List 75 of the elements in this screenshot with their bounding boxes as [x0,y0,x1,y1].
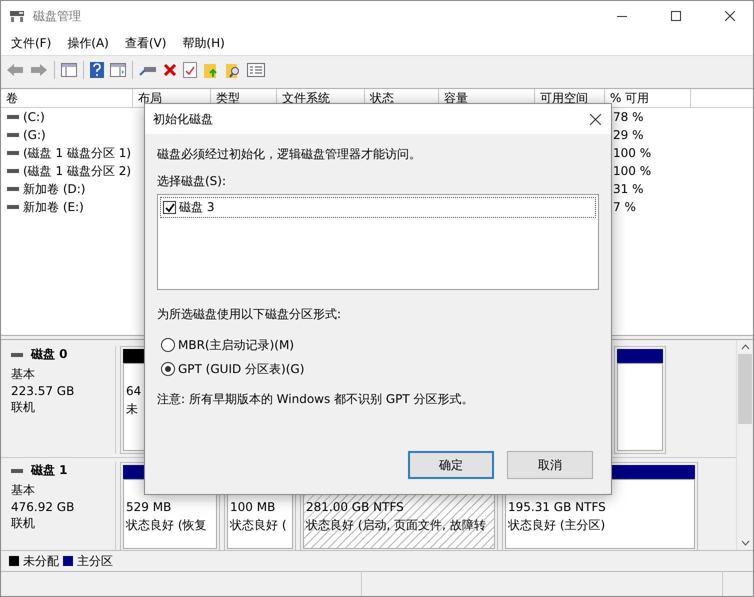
table-cell: (磁盘 1 磁盘分区 1) [23,144,132,162]
window-title: 磁盘管理 [33,8,81,24]
table-cell: 新加卷 (E:) [23,198,84,216]
drive-icon [7,187,19,191]
dialog-title: 初始化磁盘 [153,110,213,128]
table-cell: (C:) [23,110,45,124]
disk-size: 223.57 GB [11,384,76,398]
drive-icon [11,468,23,472]
maximize-icon[interactable] [671,11,681,21]
table-cell: 新加卷 (D:) [23,180,86,198]
drive-icon [7,151,19,155]
menu-item[interactable]: 帮助(H) [182,34,225,52]
disk-list[interactable]: 磁盘 3 [157,194,599,290]
list-item[interactable]: 磁盘 3 [179,199,214,216]
disk-type: 基本 [11,482,36,499]
drive-icon [7,169,19,173]
radio-button[interactable] [161,362,175,376]
checkbox[interactable] [163,201,176,214]
disk-size: 476.92 GB [11,500,76,514]
legend-label: 未分配 [23,552,59,570]
drive-icon [7,115,19,119]
radio-button[interactable] [161,338,175,352]
field-label: 为所选磁盘使用以下磁盘分区形式: [157,306,342,323]
note-text: 注意: 所有早期版本的 Windows 都不识别 GPT 分区形式。 [157,391,475,408]
menu-item[interactable]: 查看(V) [124,34,166,52]
scroll-down-icon[interactable] [740,540,750,546]
disk-status: 联机 [11,399,36,416]
radio-label[interactable]: GPT (GUID 分区表)(G) [178,360,304,378]
close-icon[interactable] [590,114,601,124]
dialog-message: 磁盘必须经过初始化，逻辑磁盘管理器才能访问。 [157,146,422,163]
column-header[interactable]: 卷 [1,89,133,107]
list-icon[interactable] [247,63,265,77]
table-cell-text: 100 % [612,146,652,160]
partition-text: 状态良好 (恢复 [126,517,206,534]
dialog-button[interactable]: 确定 [408,451,494,479]
dialog-button[interactable]: 取消 [507,451,593,479]
menu-item[interactable]: 文件(F) [11,34,52,52]
disk-name: 磁盘 1 [31,462,68,479]
partition-block[interactable] [614,346,666,454]
table-cell-text: 29 % [612,128,644,142]
properties-icon[interactable] [110,63,126,77]
drive-icon [7,205,19,209]
checklist-icon[interactable] [183,62,197,78]
panel-icon[interactable] [61,63,77,77]
folder-up-icon[interactable] [203,62,219,78]
partition-text: 281.00 GB NTFS [306,500,404,514]
drive-icon [11,352,23,356]
app-icon [9,9,25,23]
disk-name: 磁盘 0 [31,346,68,363]
folder-search-icon[interactable] [225,62,241,78]
partition-text: 529 MB [126,500,172,514]
partition-text: 状态良好 (主分区) [508,517,606,534]
radio-label[interactable]: MBR(主启动记录)(M) [178,336,294,354]
menu-item[interactable]: 操作(A) [67,34,109,52]
field-label: 选择磁盘(S): [157,173,228,190]
scrollbar[interactable] [736,340,753,550]
table-cell: (磁盘 1 磁盘分区 2) [23,162,132,180]
help-icon[interactable] [90,62,104,78]
table-cell-text: 100 % [612,164,652,178]
partition-text: 195.31 GB NTFS [508,500,606,514]
partition-text: 64 [126,384,142,398]
legend-label: 主分区 [77,552,113,570]
scroll-up-icon[interactable] [740,344,750,350]
close-icon[interactable] [725,11,735,21]
disk-status: 联机 [11,515,36,532]
table-cell: (G:) [23,128,46,142]
table-cell-text: 7 % [612,200,636,214]
table-cell-text: 31 % [612,182,644,196]
partition-text: 100 MB [230,500,276,514]
table-cell-text: 78 % [612,110,644,124]
partition-text: 状态良好 (启动, 页面文件, 故障转 [306,517,486,534]
delete-icon[interactable] [163,63,177,77]
disk-type: 基本 [11,366,36,383]
partition-text: 状态良好 ( [230,517,286,534]
drive-icon [7,133,19,137]
